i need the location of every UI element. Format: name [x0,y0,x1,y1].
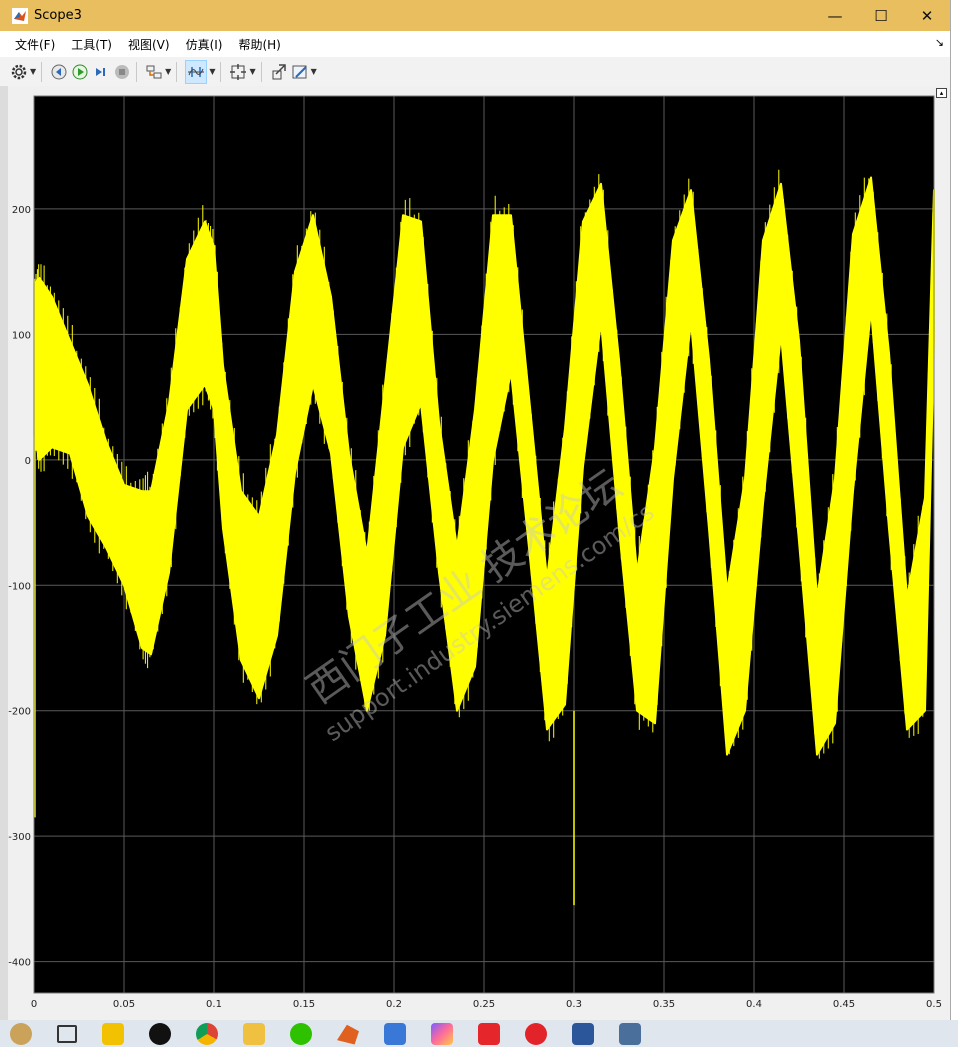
y-tick-label: 100 [12,330,31,341]
app-black-circle-icon[interactable] [149,1022,171,1045]
app-multicolor-icon[interactable] [431,1022,453,1045]
signal-select-button[interactable]: ▼ [145,61,171,83]
y-tick-label: -400 [8,958,31,969]
x-tick-label: 0.35 [653,999,675,1010]
zoom-fit-button[interactable]: ▼ [229,61,256,83]
title-bar[interactable]: Scope3 — ☐ ✕ [0,0,950,31]
toolbar: ▼ ▼ ▼ ▼ ▼ [0,57,950,87]
left-edge-background [0,86,8,1020]
settings-button[interactable]: ▼ [10,61,36,83]
menu-tools[interactable]: 工具(T) [64,36,121,53]
x-tick-label: 0.05 [113,999,135,1010]
window-title: Scope3 [34,8,82,23]
close-button[interactable]: ✕ [904,0,950,31]
chevron-down-icon[interactable]: ▼ [209,67,215,76]
style-icon [292,65,307,78]
matlab-logo-icon [12,7,28,24]
chevron-down-icon[interactable]: ▼ [249,67,255,76]
gear-icon [11,64,27,79]
user-avatar-icon[interactable] [10,1022,32,1045]
x-tick-label: 0.15 [293,999,315,1010]
step-back-button[interactable] [50,61,68,83]
menu-simulation[interactable]: 仿真(I) [179,36,232,53]
netease-music-icon[interactable] [525,1022,547,1045]
scope-window: Scope3 — ☐ ✕ 文件(F) 工具(T) 视图(V) 仿真(I) 帮助(… [0,0,950,1020]
step-forward-icon [96,67,106,76]
y-tick-label: 0 [25,456,31,467]
chevron-down-icon[interactable]: ▼ [30,67,36,76]
y-tick-label: 200 [12,205,31,216]
x-tick-label: 0.4 [746,999,762,1010]
file-explorer-icon[interactable] [102,1022,124,1045]
plot-area: ▴ 0 0.05 0.1 0.15 0.2 0.25 0.3 0.35 0.4 0.45 0.5 -4… [8,86,950,1020]
maximize-button[interactable]: ☐ [858,0,904,31]
toolbar-separator [176,61,178,82]
toolbar-separator [260,61,262,82]
scope-plot[interactable]: 0 0.05 0.1 0.15 0.2 0.25 0.3 0.35 0.4 0.45 0.5 -400… [8,86,950,1020]
y-tick-label: -200 [8,707,31,718]
x-tick-label: 0.45 [833,999,855,1010]
x-tick-label: 0.1 [206,999,222,1010]
toolbar-separator [136,61,138,82]
menu-file[interactable]: 文件(F) [0,36,64,53]
run-icon [72,64,88,79]
x-tick-label: 0.25 [473,999,495,1010]
right-edge-background [950,0,958,1020]
highlight-block-button[interactable] [270,61,288,83]
highlight-block-icon [272,63,286,79]
stop-icon [115,64,130,79]
step-forward-button[interactable] [92,61,110,83]
cursor-measure-button[interactable] [185,59,208,84]
run-button[interactable] [71,61,89,83]
menu-view[interactable]: 视图(V) [121,36,179,53]
x-tick-label: 0.5 [926,999,942,1010]
x-tick-label: 0.2 [386,999,402,1010]
x-tick-label: 0.3 [566,999,582,1010]
zoom-fit-icon [230,63,247,80]
menu-overflow-icon[interactable]: ↘ [935,36,944,49]
matlab-icon[interactable] [337,1024,359,1045]
toolbar-separator [41,61,43,82]
y-tick-label: -100 [8,581,31,592]
word-icon[interactable] [572,1022,594,1045]
stop-button[interactable] [113,61,131,83]
task-view-icon[interactable] [57,1024,77,1043]
style-button[interactable]: ▼ [291,61,317,83]
wechat-icon[interactable] [290,1022,312,1045]
chevron-down-icon[interactable]: ▼ [311,67,317,76]
app-red-icon[interactable] [478,1022,500,1045]
menu-help[interactable]: 帮助(H) [231,36,289,53]
calculator-icon[interactable] [619,1022,641,1045]
y-tick-label: -300 [8,832,31,843]
x-tick-label: 0 [31,999,37,1010]
step-back-icon [51,64,67,79]
folder-icon[interactable] [243,1022,265,1045]
chevron-down-icon[interactable]: ▼ [165,67,171,76]
minimize-button[interactable]: — [812,0,858,31]
app-blue-icon[interactable] [384,1022,406,1045]
taskbar [0,1020,958,1047]
toolbar-separator [220,61,222,82]
chrome-icon[interactable] [196,1022,218,1045]
signal-select-icon [146,65,162,78]
cursor-measure-icon [188,66,205,77]
menu-bar: 文件(F) 工具(T) 视图(V) 仿真(I) 帮助(H) ↘ [0,31,950,57]
